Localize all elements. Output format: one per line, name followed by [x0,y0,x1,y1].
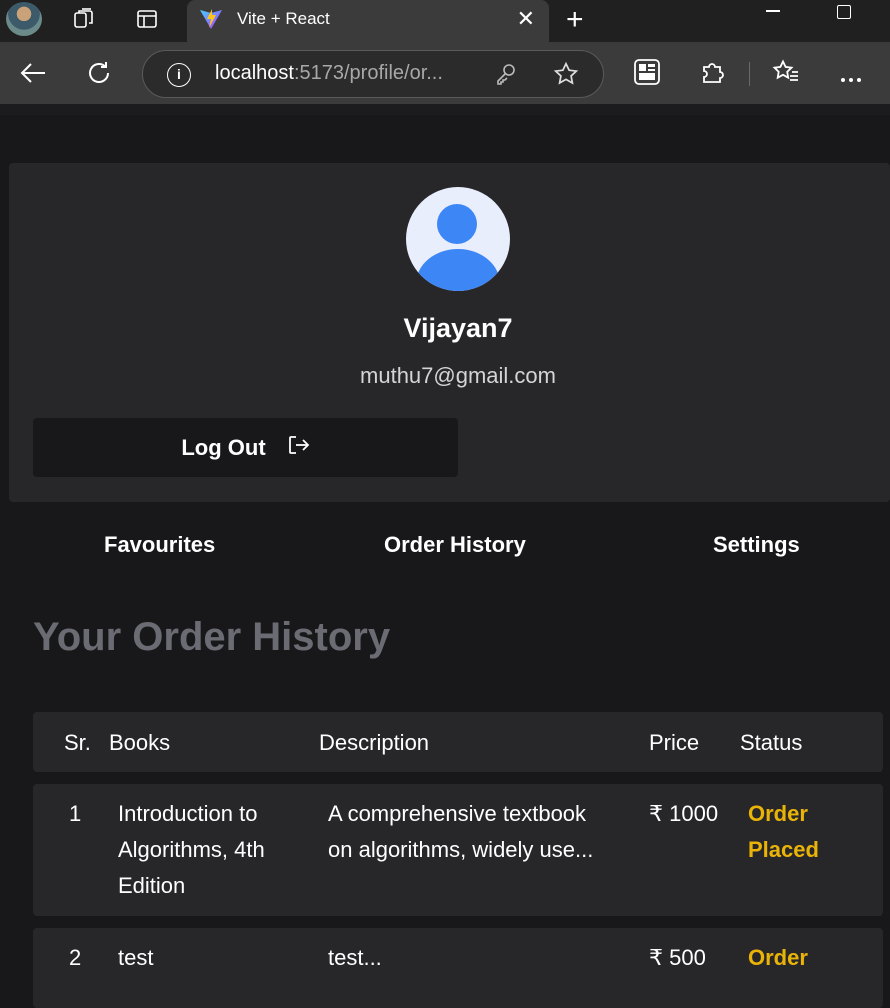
favorites-icon[interactable] [772,59,800,90]
more-options-icon[interactable] [840,70,862,88]
minimize-icon[interactable] [766,10,780,12]
page: Vijayan7 muthu7@gmail.com Log Out Favour… [0,104,890,1008]
back-icon[interactable] [18,58,48,88]
close-tab-icon[interactable]: ✕ [517,6,535,32]
site-info-icon[interactable]: i [167,63,191,87]
row-status-line: Placed [748,837,819,862]
active-tab[interactable]: Vite + React ✕ [187,0,549,42]
top-strip [0,104,890,115]
column-header-sr: Sr. [64,730,91,755]
browser-profile-avatar[interactable] [6,2,42,36]
refresh-icon[interactable] [84,58,114,88]
vertical-tabs-icon[interactable] [133,6,161,32]
row-status-line: Order [748,801,808,826]
row-description-line: on algorithms, widely use... [328,837,594,862]
tab-order-history[interactable]: Order History [384,532,526,558]
column-header-status: Status [740,730,803,755]
toolbar-divider [749,62,750,86]
favorite-star-icon[interactable] [553,61,579,92]
row-description-line: A comprehensive textbook [328,801,587,826]
row-book-line: Algorithms, 4th [118,837,265,862]
logout-label: Log Out [181,434,266,460]
table-row[interactable]: 2 test test... ₹ 500 Order [33,928,883,1008]
column-header-description: Description [319,730,430,755]
column-header-books: Books [109,730,171,755]
row-description-line: test... [328,945,382,970]
tab-title: Vite + React [237,9,330,28]
row-book-line: test [118,945,154,970]
row-price: ₹ 1000 [649,801,719,826]
url-path: :5173/profile/or... [293,62,443,84]
tab-settings[interactable]: Settings [713,532,800,558]
row-description: test... [328,940,382,976]
row-sr: 2 [69,945,82,970]
row-book-line: Introduction to [118,801,258,826]
url-host: localhost [215,62,294,84]
user-avatar-icon [406,187,510,291]
row-status: Order Placed [748,796,819,868]
logout-button[interactable]: Log Out [33,418,458,477]
extensions-icon[interactable] [700,59,726,90]
table-row[interactable]: 1 Introduction to Algorithms, 4th Editio… [33,784,883,916]
vite-logo-icon [199,8,223,30]
profile-subnav: Favourites Order History Settings [0,532,890,562]
row-book[interactable]: test [118,940,153,976]
row-status: Order [748,940,808,976]
profile-card: Vijayan7 muthu7@gmail.com Log Out [9,163,890,502]
new-tab-icon[interactable]: + [566,3,584,37]
maximize-icon[interactable] [837,5,851,19]
password-key-icon[interactable] [495,63,517,92]
row-book-line: Edition [118,873,186,898]
profile-email: muthu7@gmail.com [360,363,556,388]
browser-tab-bar: Vite + React ✕ + [0,0,890,42]
url-field[interactable]: i localhost:5173/profile/or... [142,50,604,98]
avatar-body [416,249,500,291]
tab-favourites[interactable]: Favourites [104,532,215,558]
table-header: Sr. Books Description Price Status [33,712,883,772]
row-price: ₹ 500 [649,945,706,970]
profile-username: Vijayan7 [403,313,513,343]
row-book[interactable]: Introduction to Algorithms, 4th Edition [118,796,265,904]
order-history-title: Your Order History [33,615,391,659]
address-bar: i localhost:5173/profile/or... [0,42,890,104]
url-text: localhost:5173/profile/or... [215,62,443,85]
workspaces-icon[interactable] [70,6,98,32]
column-header-price: Price [649,730,700,755]
reading-view-icon[interactable] [634,59,660,90]
row-status-line: Order [748,945,808,970]
logout-icon [288,435,310,460]
row-description: A comprehensive textbook on algorithms, … [328,796,593,868]
row-sr: 1 [69,801,82,826]
avatar-head [437,204,477,244]
